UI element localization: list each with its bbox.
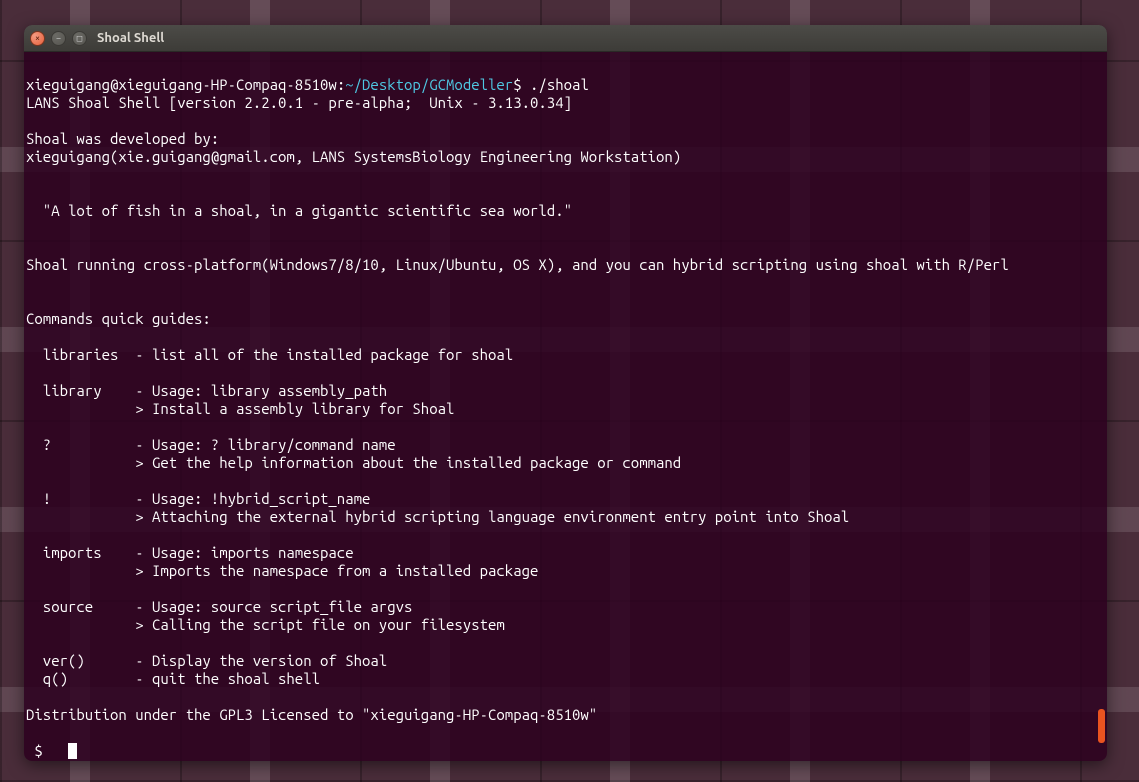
cursor bbox=[68, 743, 77, 759]
terminal-body[interactable]: xieguigang@xieguigang-HP-Compaq-8510w:~/… bbox=[24, 52, 1107, 761]
cross-platform-line: Shoal running cross-platform(Windows7/8/… bbox=[26, 256, 1009, 273]
cmd-imports-l1: imports - Usage: imports namespace bbox=[26, 544, 354, 561]
shoal-prompt: $ bbox=[26, 742, 60, 759]
scrollbar-thumb[interactable] bbox=[1098, 709, 1105, 743]
cmd-source-l1: source - Usage: source script_file argvs bbox=[26, 598, 412, 615]
cmd-libraries: libraries - list all of the installed pa… bbox=[26, 346, 513, 363]
cmd-source-l2: > Calling the script file on your filesy… bbox=[26, 616, 505, 633]
cmd-ver: ver() - Display the version of Shoal bbox=[26, 652, 387, 669]
cmd-bang-l1: ! - Usage: !hybrid_script_name bbox=[26, 490, 370, 507]
minimize-icon: − bbox=[56, 34, 61, 43]
cmd-quit: q() - quit the shoal shell bbox=[26, 670, 320, 687]
developed-by-label: Shoal was developed by: bbox=[26, 130, 219, 147]
prompt-user-host: xieguigang@xieguigang-HP-Compaq-8510w bbox=[26, 76, 337, 93]
minimize-button[interactable]: − bbox=[51, 31, 66, 46]
distribution-line: Distribution under the GPL3 Licensed to … bbox=[26, 706, 597, 723]
banner-line: LANS Shoal Shell [version 2.2.0.1 - pre-… bbox=[26, 94, 572, 111]
cmd-library-l1: library - Usage: library assembly_path bbox=[26, 382, 387, 399]
maximize-button[interactable]: □ bbox=[72, 31, 87, 46]
terminal-window: × − □ Shoal Shell xieguigang@xieguigang-… bbox=[24, 25, 1107, 761]
cmd-library-l2: > Install a assembly library for Shoal bbox=[26, 400, 454, 417]
developer-line: xieguigang(xie.guigang@gmail.com, LANS S… bbox=[26, 148, 681, 165]
maximize-icon: □ bbox=[77, 34, 82, 43]
window-titlebar[interactable]: × − □ Shoal Shell bbox=[24, 25, 1107, 52]
prompt-dollar: $ bbox=[513, 76, 530, 93]
cmd-bang-l2: > Attaching the external hybrid scriptin… bbox=[26, 508, 849, 525]
shell-prompt-line: xieguigang@xieguigang-HP-Compaq-8510w:~/… bbox=[26, 76, 589, 93]
commands-guides-label: Commands quick guides: bbox=[26, 310, 211, 327]
prompt-path: ~/Desktop/GCModeller bbox=[345, 76, 513, 93]
cmd-help-l1: ? - Usage: ? library/command name bbox=[26, 436, 396, 453]
typed-command: ./shoal bbox=[530, 76, 589, 93]
close-button[interactable]: × bbox=[30, 31, 45, 46]
window-controls: × − □ bbox=[30, 31, 87, 46]
quote-line: "A lot of fish in a shoal, in a gigantic… bbox=[26, 202, 572, 219]
cmd-imports-l2: > Imports the namespace from a installed… bbox=[26, 562, 538, 579]
cmd-help-l2: > Get the help information about the ins… bbox=[26, 454, 681, 471]
window-title: Shoal Shell bbox=[97, 31, 164, 45]
prompt-sep: : bbox=[337, 76, 345, 93]
close-icon: × bbox=[35, 34, 40, 43]
